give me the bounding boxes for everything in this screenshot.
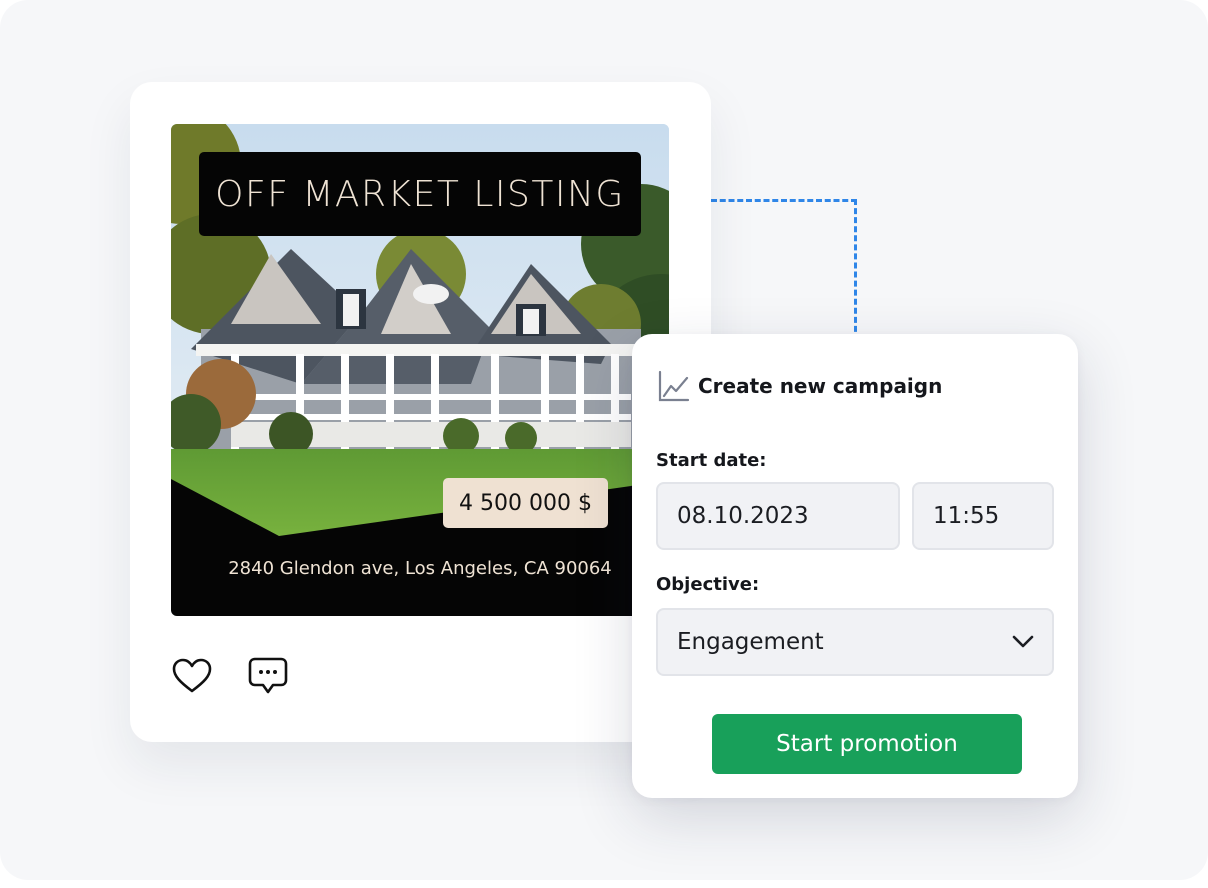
start-date-input[interactable]: 08.10.2023 <box>656 482 900 550</box>
start-promotion-button[interactable]: Start promotion <box>712 714 1022 774</box>
like-button[interactable] <box>172 656 212 696</box>
panel-header: Create new campaign <box>658 370 942 402</box>
panel-title: Create new campaign <box>698 374 943 398</box>
create-campaign-panel: Create new campaign Start date: 08.10.20… <box>632 334 1078 798</box>
listing-photo: OFF MARKET LISTING 4 500 000 $ 2840 Glen… <box>171 124 669 616</box>
heart-icon <box>172 658 212 693</box>
start-time-input[interactable]: 11:55 <box>912 482 1054 550</box>
comment-button[interactable] <box>248 656 288 696</box>
listing-post-card: OFF MARKET LISTING 4 500 000 $ 2840 Glen… <box>130 82 711 742</box>
listing-address: 2840 Glendon ave, Los Angeles, CA 90064 <box>228 558 612 579</box>
objective-select[interactable]: Engagement <box>656 608 1054 676</box>
comment-icon <box>248 657 288 694</box>
banner-text: OFF MARKET LISTING <box>215 173 625 215</box>
post-actions <box>172 656 288 700</box>
objective-value: Engagement <box>677 629 824 655</box>
canvas-background: OFF MARKET LISTING 4 500 000 $ 2840 Glen… <box>0 0 1208 880</box>
objective-label: Objective: <box>656 574 760 595</box>
start-date-value: 08.10.2023 <box>677 503 809 529</box>
line-chart-icon <box>658 370 690 402</box>
start-date-label: Start date: <box>656 450 767 471</box>
price-tag: 4 500 000 $ <box>443 478 608 528</box>
off-market-banner: OFF MARKET LISTING <box>199 152 641 236</box>
dashed-connector-line <box>711 199 857 341</box>
start-time-value: 11:55 <box>933 503 1000 529</box>
chevron-down-icon <box>1012 635 1034 648</box>
